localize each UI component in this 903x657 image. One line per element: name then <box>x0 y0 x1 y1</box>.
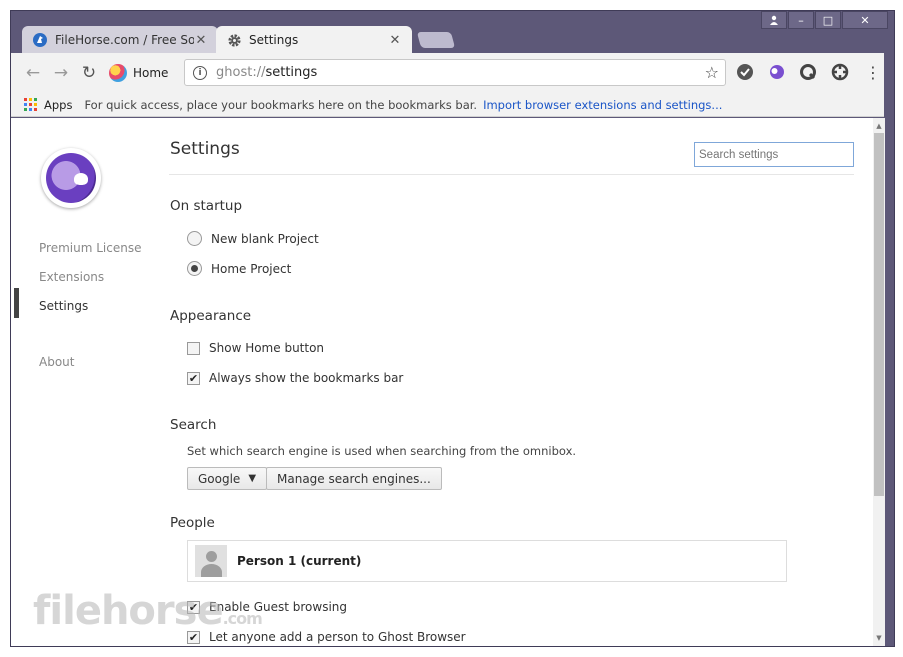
gear-icon <box>226 32 242 48</box>
forward-button[interactable]: → <box>47 59 75 87</box>
scroll-up-icon[interactable]: ▲ <box>873 120 885 132</box>
option-label: Home Project <box>211 261 292 276</box>
checkbox-show-home-button[interactable]: Show Home button <box>187 341 324 355</box>
sidebar-item-about[interactable]: About <box>39 355 74 369</box>
minimize-icon: – <box>798 13 804 27</box>
more-vertical-icon: ⋮ <box>865 62 881 82</box>
section-title-startup: On startup <box>170 198 243 214</box>
new-tab-button[interactable] <box>416 32 456 48</box>
sidebar-item-extensions[interactable]: Extensions <box>39 270 104 284</box>
ghost-icon <box>770 65 784 79</box>
browser-window: – □ ✕ FileHorse.com / Free So ✕ Settings… <box>10 10 895 647</box>
bookmarks-hint: For quick access, place your bookmarks h… <box>84 97 478 112</box>
tab-close-icon[interactable]: ✕ <box>194 33 208 48</box>
checkbox[interactable]: ✔ <box>187 371 200 385</box>
option-label: Always show the bookmarks bar <box>209 371 404 385</box>
bookmarks-bar: Apps For quick access, place your bookma… <box>11 93 884 117</box>
radio-button[interactable] <box>187 231 202 246</box>
q-logo-icon <box>800 64 816 80</box>
menu-button[interactable]: ⋮ <box>862 61 884 83</box>
import-link[interactable]: Import browser extensions and settings..… <box>483 98 722 112</box>
url-text: ghost://settings <box>216 65 318 80</box>
extension-q-button[interactable] <box>797 61 819 83</box>
tab-title: FileHorse.com / Free So <box>55 33 194 47</box>
home-label: Home <box>133 66 169 80</box>
home-button[interactable]: Home <box>109 64 168 82</box>
filehorse-watermark: filehorse.com <box>33 588 263 634</box>
caret-down-icon: ▼ <box>248 473 257 484</box>
section-title-appearance: Appearance <box>170 308 252 324</box>
close-icon: ✕ <box>860 13 870 27</box>
radio-new-blank-project[interactable]: New blank Project <box>187 231 319 246</box>
toolbar: ← → ↻ Home i ghost://settings ☆ ⋮ <box>11 53 884 93</box>
page-content: Premium License Extensions Settings Abou… <box>11 118 884 646</box>
page-title: Settings <box>170 139 240 159</box>
maximize-icon: □ <box>822 13 834 27</box>
person-icon <box>770 15 778 25</box>
section-title-people: People <box>170 515 215 531</box>
radio-home-project[interactable]: Home Project <box>187 261 291 276</box>
sidebar: Premium License Extensions Settings Abou… <box>11 118 161 646</box>
title-bar: – □ ✕ FileHorse.com / Free So ✕ Settings… <box>11 11 894 54</box>
ghost-logo-icon <box>109 64 127 82</box>
scroll-thumb[interactable] <box>874 133 884 496</box>
manage-search-engines-label: Manage search engines... <box>277 471 431 486</box>
ghost-browser-logo <box>41 148 101 208</box>
settings-main: Settings On startup New blank Project Ho… <box>169 118 859 646</box>
sidebar-selected-marker <box>14 288 19 318</box>
avatar <box>195 545 227 577</box>
bookmark-star-icon[interactable]: ☆ <box>705 63 719 82</box>
tab-close-icon[interactable]: ✕ <box>388 33 402 48</box>
scroll-down-icon[interactable]: ▼ <box>873 632 885 644</box>
section-title-search: Search <box>170 417 217 433</box>
person-name: Person 1 (current) <box>237 554 362 568</box>
close-button[interactable]: ✕ <box>842 11 888 29</box>
search-settings-input[interactable] <box>694 142 854 167</box>
search-description: Set which search engine is used when sea… <box>187 444 577 458</box>
checkbox[interactable] <box>187 341 200 355</box>
filehorse-icon <box>32 32 48 48</box>
crosshair-icon <box>831 63 849 81</box>
maximize-button[interactable]: □ <box>815 11 841 29</box>
tab-filehorse[interactable]: FileHorse.com / Free So ✕ <box>22 26 218 54</box>
vertical-scrollbar[interactable]: ▲ ▼ <box>873 118 885 646</box>
ghost-logo-icon <box>46 153 96 203</box>
checkbox-show-bookmarks-bar[interactable]: ✔ Always show the bookmarks bar <box>187 371 403 385</box>
extension-ghost-button[interactable] <box>766 61 788 83</box>
sidebar-item-premium-license[interactable]: Premium License <box>39 241 141 255</box>
back-button[interactable]: ← <box>19 59 47 87</box>
reload-icon: ↻ <box>81 63 97 83</box>
arrow-left-icon: ← <box>25 63 41 83</box>
reload-button[interactable]: ↻ <box>75 59 103 87</box>
check-circle-icon <box>737 64 753 80</box>
window-controls: – □ ✕ <box>760 11 888 29</box>
profile-button[interactable] <box>761 11 787 29</box>
apps-link[interactable]: Apps <box>44 98 72 112</box>
sidebar-item-settings[interactable]: Settings <box>39 299 88 313</box>
tab-settings[interactable]: Settings ✕ <box>216 26 412 54</box>
apps-grid-icon[interactable] <box>24 98 37 111</box>
option-label: Show Home button <box>209 341 325 355</box>
minimize-button[interactable]: – <box>788 11 814 29</box>
arrow-right-icon: → <box>53 63 69 83</box>
manage-search-engines-button[interactable]: Manage search engines... <box>266 467 442 490</box>
info-icon[interactable]: i <box>193 65 207 80</box>
person-list-item[interactable]: Person 1 (current) <box>187 540 787 582</box>
address-bar[interactable]: i ghost://settings ☆ <box>184 59 726 86</box>
search-engine-select[interactable]: Google ▼ <box>187 467 268 490</box>
extension-check-button[interactable] <box>734 61 756 83</box>
search-engine-value: Google <box>198 471 241 486</box>
option-label: New blank Project <box>211 231 319 246</box>
tab-title: Settings <box>249 33 299 47</box>
extension-crosshair-button[interactable] <box>829 61 851 83</box>
radio-button[interactable] <box>187 261 202 276</box>
title-divider <box>169 174 854 175</box>
